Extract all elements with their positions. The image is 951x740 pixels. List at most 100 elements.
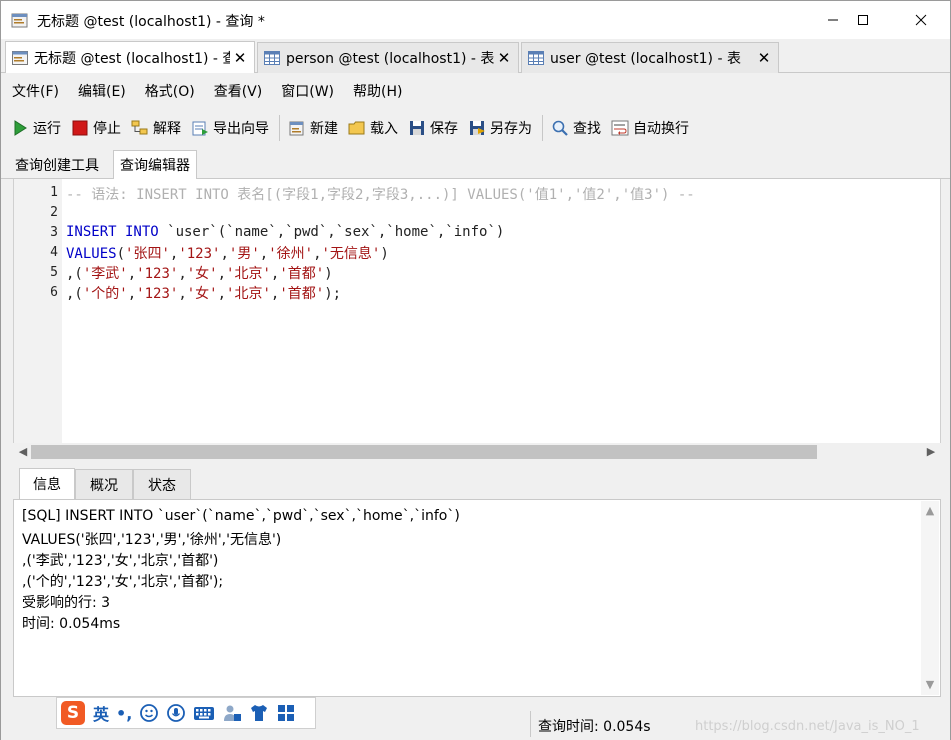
- doc-tab-label: person @test (localhost1) - 表: [286, 51, 494, 67]
- sql-string: '李武': [82, 266, 128, 282]
- new-label: 新建: [310, 121, 338, 137]
- explain-button[interactable]: 解释: [131, 118, 181, 138]
- code-line-insert: INSERT INTO `user`(`name`,`pwd`,`sex`,`h…: [66, 224, 504, 240]
- sql-text: ,: [127, 286, 137, 302]
- toolbox-grid-icon[interactable]: [276, 703, 296, 723]
- menu-window[interactable]: 窗口(W): [278, 79, 337, 103]
- menu-edit[interactable]: 编辑(E): [75, 79, 129, 103]
- line-number: 4: [50, 245, 58, 260]
- menu-view[interactable]: 查看(V): [211, 79, 266, 103]
- result-tabs: 信息 概况 状态: [13, 467, 941, 499]
- ime-language-toggle[interactable]: 英: [93, 701, 109, 725]
- doc-tab-close-icon[interactable]: ✕: [494, 49, 514, 67]
- new-query-button[interactable]: 新建: [288, 118, 338, 138]
- menu-help[interactable]: 帮助(H): [350, 79, 405, 103]
- code-line-row3: ,('个的','123','女','北京','首都');: [66, 283, 341, 303]
- message-line: ,('李武','123','女','北京','首都'): [22, 553, 219, 569]
- line-number: 3: [50, 225, 58, 240]
- title-bar: 无标题 @test (localhost1) - 查询 *: [1, 1, 950, 39]
- code-line-comment: -- 语法: INSERT INTO 表名[(字段1,字段2,字段3,...)]…: [66, 187, 695, 203]
- sql-string: '张四': [125, 246, 170, 262]
- skin-shirt-icon[interactable]: [249, 703, 269, 723]
- save-as-label: 另存为: [490, 121, 532, 137]
- tab-message[interactable]: 信息: [19, 468, 75, 499]
- sql-string: '个的': [82, 286, 128, 302]
- close-window-button[interactable]: [898, 1, 944, 39]
- sql-text: ,: [178, 266, 187, 282]
- scroll-down-arrow-icon[interactable]: ▼: [922, 677, 938, 693]
- tab-query-editor[interactable]: 查询编辑器: [113, 150, 197, 179]
- ime-punctuation-toggle[interactable]: •,: [116, 704, 132, 723]
- doc-tab-label: 无标题 @test (localhost1) - 查询: [34, 50, 230, 67]
- sql-text: ,: [217, 266, 227, 282]
- sql-text: `user`(`name`,`pwd`,`sex`,`home`,`info`): [158, 224, 505, 240]
- save-label: 保存: [430, 121, 458, 137]
- doc-tab-close-icon[interactable]: ✕: [230, 49, 250, 67]
- export-wizard-button[interactable]: 导出向导: [191, 118, 269, 138]
- stop-button[interactable]: 停止: [71, 118, 121, 138]
- keyboard-icon[interactable]: [193, 704, 215, 722]
- scroll-left-arrow-icon[interactable]: ◀: [15, 444, 31, 460]
- emoji-icon[interactable]: [139, 703, 159, 723]
- sql-string: '北京': [226, 266, 271, 282]
- word-wrap-button[interactable]: 自动换行: [611, 118, 689, 138]
- load-button[interactable]: 载入: [348, 118, 398, 138]
- scroll-up-arrow-icon[interactable]: ▲: [922, 503, 938, 519]
- run-button[interactable]: 运行: [11, 118, 61, 138]
- doc-tab-close-icon[interactable]: ✕: [754, 49, 774, 67]
- document-tab-bar: 无标题 @test (localhost1) - 查询 ✕ person @te…: [1, 39, 950, 73]
- sql-string: '123': [136, 266, 179, 282]
- save-as-button[interactable]: 另存为: [468, 118, 532, 138]
- sql-text: ,(: [66, 286, 83, 302]
- doc-tab-user[interactable]: user @test (localhost1) - 表 ✕: [521, 42, 779, 73]
- toolbar-separator: [279, 115, 280, 141]
- sql-keyword: VALUES: [66, 246, 117, 262]
- line-number: 5: [50, 265, 58, 280]
- sogou-logo-icon[interactable]: S: [61, 701, 85, 725]
- tab-status[interactable]: 状态: [133, 469, 191, 499]
- query-app-icon: [11, 13, 28, 28]
- sql-editor[interactable]: 1 2 3 4 5 6 -- 语法: INSERT INTO 表名[(字段1,字…: [13, 179, 941, 443]
- menu-bar: 文件(F) 编辑(E) 格式(O) 查看(V) 窗口(W) 帮助(H): [1, 74, 950, 108]
- sql-string: '123': [178, 246, 221, 262]
- sql-string: '无信息': [321, 246, 381, 262]
- maximize-button[interactable]: [840, 1, 886, 39]
- sql-string: '徐州': [268, 246, 314, 262]
- microphone-icon[interactable]: [166, 703, 186, 723]
- user-tools-icon[interactable]: [222, 703, 242, 723]
- message-vertical-scrollbar[interactable]: ▲ ▼: [921, 501, 939, 695]
- tab-profile[interactable]: 概况: [75, 469, 133, 499]
- doc-tab-query[interactable]: 无标题 @test (localhost1) - 查询 ✕: [5, 41, 255, 73]
- word-wrap-icon: [611, 120, 629, 136]
- toolbar: 运行 停止 解释 导出向导 新建 载入 保存 另存为 查找 自动换行: [1, 109, 950, 147]
- sql-text: ,: [313, 246, 322, 262]
- menu-file[interactable]: 文件(F): [9, 79, 62, 103]
- explain-label: 解释: [153, 121, 181, 137]
- sql-string: '女': [186, 286, 218, 302]
- line-number-gutter: 1 2 3 4 5 6: [14, 179, 62, 443]
- tab-query-builder[interactable]: 查询创建工具: [9, 151, 105, 179]
- play-icon: [14, 120, 27, 136]
- run-label: 运行: [33, 121, 61, 137]
- doc-tab-label: user @test (localhost1) - 表: [550, 51, 741, 67]
- query-time-status: 查询时间: 0.054s: [538, 719, 651, 735]
- save-button[interactable]: 保存: [408, 118, 458, 138]
- code-line-row2: ,('李武','123','女','北京','首都'): [66, 263, 333, 283]
- maximize-icon: [858, 15, 868, 25]
- table-tab-icon: [264, 51, 280, 65]
- folder-icon: [348, 121, 365, 135]
- menu-format[interactable]: 格式(O): [142, 79, 198, 103]
- message-line: [SQL] INSERT INTO `user`(`name`,`pwd`,`s…: [22, 508, 460, 524]
- query-tab-icon: [12, 50, 28, 65]
- scroll-right-arrow-icon[interactable]: ▶: [923, 444, 939, 460]
- sql-text: ,: [127, 266, 137, 282]
- find-button[interactable]: 查找: [551, 118, 601, 138]
- export-icon: [192, 121, 208, 136]
- close-icon: [915, 14, 927, 26]
- doc-tab-person[interactable]: person @test (localhost1) - 表 ✕: [257, 42, 519, 73]
- window-title: 无标题 @test (localhost1) - 查询 *: [37, 14, 265, 30]
- message-line: VALUES('张四','123','男','徐州','无信息'): [22, 532, 282, 548]
- scrollbar-thumb[interactable]: [31, 445, 817, 459]
- sql-text: ): [380, 246, 389, 262]
- editor-horizontal-scrollbar[interactable]: ◀ ▶: [13, 443, 941, 461]
